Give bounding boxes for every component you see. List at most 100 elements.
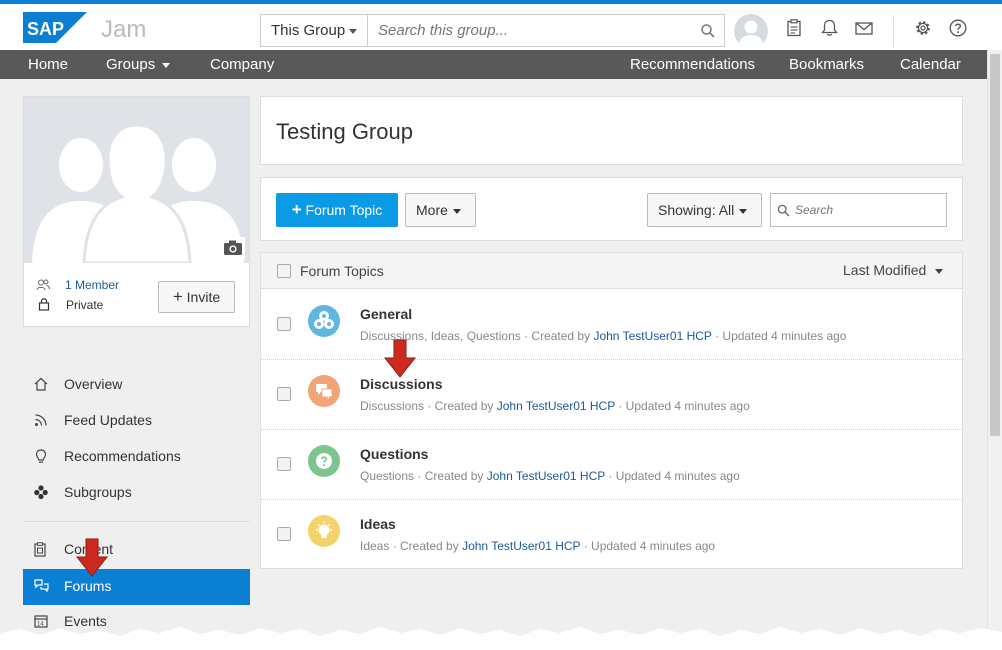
top-bar: SAP Jam This Group [0,0,1002,50]
showing-filter[interactable]: Showing: All [647,193,762,227]
clipboard-icon[interactable] [786,19,802,37]
group-card: 1 Member Private + Invite [23,96,250,327]
author-link[interactable]: John TestUser01 HCP [487,469,605,483]
more-button[interactable]: More [405,193,476,227]
topic-meta: Discussions · Created by John TestUser01… [360,399,750,413]
sidebar-item-feed-updates[interactable]: Feed Updates [23,403,250,439]
search-scope-select[interactable]: This Group [260,14,368,47]
list-header-label: Forum Topics [300,263,384,279]
row-checkbox[interactable] [277,387,291,401]
topic-meta-suffix: · Updated 4 minutes ago [605,469,740,483]
sidebar-item-overview[interactable]: Overview [23,367,250,403]
annotation-arrow-icon [75,538,109,577]
person-silhouette-icon [738,20,764,48]
sap-logo[interactable]: SAP [23,12,87,43]
page-scrollbar[interactable] [987,50,1002,650]
help-icon[interactable] [949,19,967,37]
content-icon [34,542,46,557]
camera-icon [224,240,242,255]
list-header: Forum Topics Last Modified [261,253,962,289]
sidebar-item-content[interactable]: Content [23,532,250,568]
topic-title[interactable]: General [360,306,412,322]
torn-edge [0,627,1002,650]
row-checkbox[interactable] [277,457,291,471]
svg-text:SAP: SAP [27,19,64,39]
nav-home-label: Home [28,56,69,73]
topic-meta-suffix: · Updated 4 minutes ago [615,399,750,413]
discussions-icon [308,375,340,407]
topic-meta-suffix: · Updated 4 minutes ago [580,539,716,553]
forum-toolbar: + Forum Topic More Showing: All [260,177,963,241]
list-item[interactable]: General Discussions, Ideas, Questions · … [261,290,962,360]
global-search [367,14,725,47]
list-item[interactable]: Ideas Ideas · Created by John TestUser01… [261,500,962,570]
plus-icon: + [172,287,183,306]
plus-icon: + [291,200,302,219]
chevron-down-icon [349,29,357,34]
bell-icon[interactable] [821,19,838,37]
search-input[interactable] [368,15,688,46]
more-label: More [416,202,448,218]
scrollbar-thumb[interactable] [990,54,1000,436]
nav-calendar[interactable]: Calendar [900,50,961,79]
lightbulb-icon [35,449,47,463]
author-link[interactable]: John TestUser01 HCP [462,539,580,553]
questions-icon [308,445,340,477]
chevron-down-icon [452,208,461,214]
topic-title[interactable]: Ideas [360,516,396,532]
nav-home[interactable]: Home [28,50,68,79]
sidebar-item-label: Overview [64,376,123,392]
new-topic-label: Forum Topic [305,202,383,218]
member-count[interactable]: 1 Member [65,278,119,292]
sidebar-item-recommendations[interactable]: Recommendations [23,439,250,475]
mail-icon[interactable] [855,22,873,35]
sidebar-item-subgroups[interactable]: Subgroups [23,475,250,511]
nav-calendar-label: Calendar [900,56,961,73]
nav-company[interactable]: Company [210,50,274,79]
nav-recommendations[interactable]: Recommendations [630,50,755,79]
sidebar-item-label: Recommendations [64,448,181,464]
rss-icon [35,414,47,426]
author-link[interactable]: John TestUser01 HCP [593,329,711,343]
user-avatar[interactable] [734,14,768,48]
chevron-down-icon [935,268,944,274]
invite-label: Invite [186,289,221,305]
forum-search-input[interactable] [793,194,943,226]
forums-icon [34,579,49,593]
search-icon[interactable] [700,23,716,39]
toolbar-divider [893,15,894,47]
sidebar-item-label: Subgroups [64,484,132,500]
nav-bookmarks[interactable]: Bookmarks [789,50,864,79]
author-link[interactable]: John TestUser01 HCP [497,399,615,413]
row-checkbox[interactable] [277,317,291,331]
change-photo-button[interactable] [221,237,245,259]
privacy-label: Private [66,298,104,312]
topic-meta-prefix: Ideas · Created by [360,539,463,553]
select-all-checkbox[interactable] [277,264,291,278]
sort-select[interactable]: Last Modified [843,262,944,278]
search-scope-label: This Group [271,22,346,39]
topic-meta: Discussions, Ideas, Questions · Created … [360,329,846,343]
list-item[interactable]: Discussions Discussions · Created by Joh… [261,360,962,430]
nav-groups[interactable]: Groups [106,50,171,79]
sidebar-item-forums[interactable]: Forums [23,569,250,605]
topic-meta-prefix: Discussions · Created by [360,399,497,413]
product-name: Jam [101,16,147,43]
group-placeholder-icon [32,123,244,263]
new-forum-topic-button[interactable]: + Forum Topic [276,193,398,227]
nav-groups-label: Groups [106,56,156,73]
gear-icon[interactable] [914,19,932,37]
main-nav: Home Groups Company Recommendations Book… [0,50,987,79]
ideas-icon [308,515,340,547]
showing-value: All [718,202,735,218]
row-checkbox[interactable] [277,527,291,541]
home-icon [34,377,48,391]
sidebar-divider [23,521,250,522]
list-item[interactable]: Questions Questions · Created by John Te… [261,430,962,500]
topic-meta-suffix: · Updated 4 minutes ago [711,329,847,343]
topic-title[interactable]: Questions [360,446,428,462]
topic-meta: Ideas · Created by John TestUser01 HCP ·… [360,539,715,553]
sort-label: Last Modified [843,262,927,278]
invite-button[interactable]: + Invite [158,281,235,313]
page-title: Testing Group [276,119,413,144]
